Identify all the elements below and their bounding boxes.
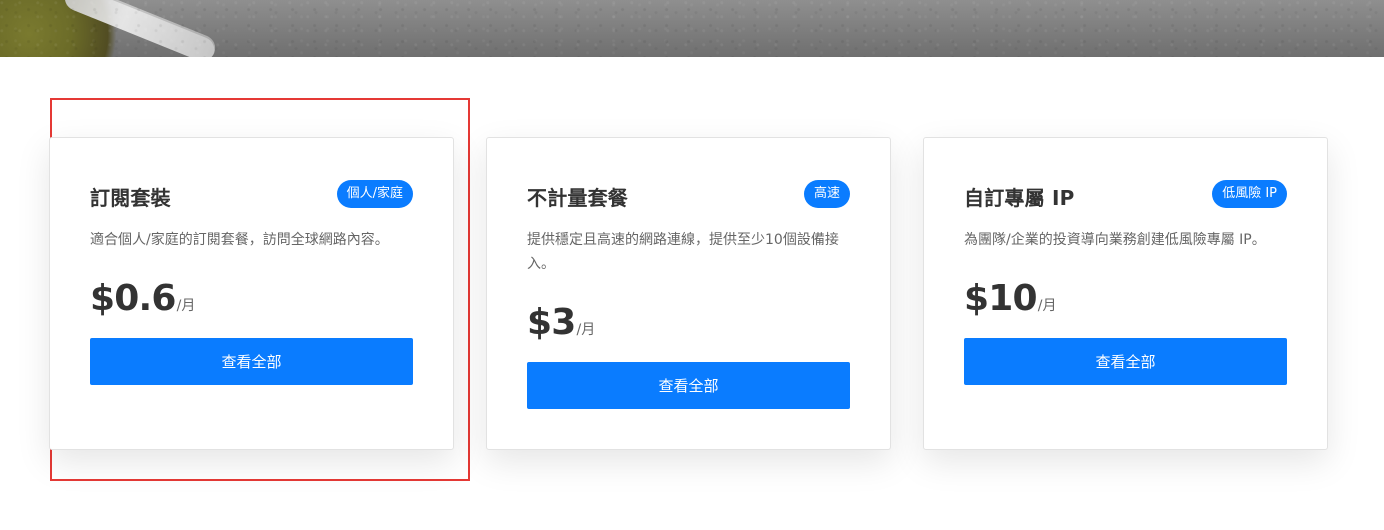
view-all-button[interactable]: 查看全部 <box>964 338 1287 385</box>
plan-badge: 高速 <box>803 180 850 208</box>
plan-price: $3/月 <box>527 302 595 343</box>
plan-card-inner: 訂閱套裝 個人/家庭 適合個人/家庭的訂閱套餐，訪問全球網路內容。 $0.6/月… <box>90 138 413 449</box>
plan-price-amount: $10 <box>964 278 1038 319</box>
view-all-button[interactable]: 查看全部 <box>90 338 413 385</box>
hero-image-strip <box>0 0 1384 57</box>
plan-price-unit: /月 <box>176 298 196 314</box>
plan-card-subscription: 訂閱套裝 個人/家庭 適合個人/家庭的訂閱套餐，訪問全球網路內容。 $0.6/月… <box>49 137 454 450</box>
plan-card-header: 訂閱套裝 個人/家庭 <box>90 180 413 210</box>
plan-card-dedicated-ip: 自訂專屬 IP 低風險 IP 為團隊/企業的投資導向業務創建低風險專屬 IP。 … <box>923 137 1328 450</box>
hero-texture <box>0 0 1384 57</box>
plan-price-unit: /月 <box>576 322 596 338</box>
plan-title: 不計量套餐 <box>527 186 628 210</box>
plan-description: 提供穩定且高速的網路連線，提供至少10個設備接入。 <box>527 232 839 272</box>
plan-badge: 低風險 IP <box>1212 180 1287 208</box>
plan-price-amount: $3 <box>527 302 576 343</box>
plan-card-header: 不計量套餐 高速 <box>527 180 850 210</box>
plan-card-unmetered: 不計量套餐 高速 提供穩定且高速的網路連線，提供至少10個設備接入。 $3/月 … <box>486 137 891 450</box>
plan-card-inner: 不計量套餐 高速 提供穩定且高速的網路連線，提供至少10個設備接入。 $3/月 … <box>527 138 850 449</box>
plan-price-amount: $0.6 <box>90 278 176 319</box>
plan-description: 適合個人/家庭的訂閱套餐，訪問全球網路內容。 <box>90 232 389 248</box>
plan-card-inner: 自訂專屬 IP 低風險 IP 為團隊/企業的投資導向業務創建低風險專屬 IP。 … <box>964 138 1287 449</box>
plan-description: 為團隊/企業的投資導向業務創建低風險專屬 IP。 <box>964 232 1266 248</box>
plan-title: 訂閱套裝 <box>90 186 171 210</box>
view-all-button[interactable]: 查看全部 <box>527 362 850 409</box>
plan-price: $10/月 <box>964 278 1056 319</box>
plan-price: $0.6/月 <box>90 278 195 319</box>
plan-price-unit: /月 <box>1037 298 1057 314</box>
plan-title: 自訂專屬 IP <box>964 186 1075 210</box>
plan-badge: 個人/家庭 <box>336 180 413 208</box>
plan-card-header: 自訂專屬 IP 低風險 IP <box>964 180 1287 210</box>
